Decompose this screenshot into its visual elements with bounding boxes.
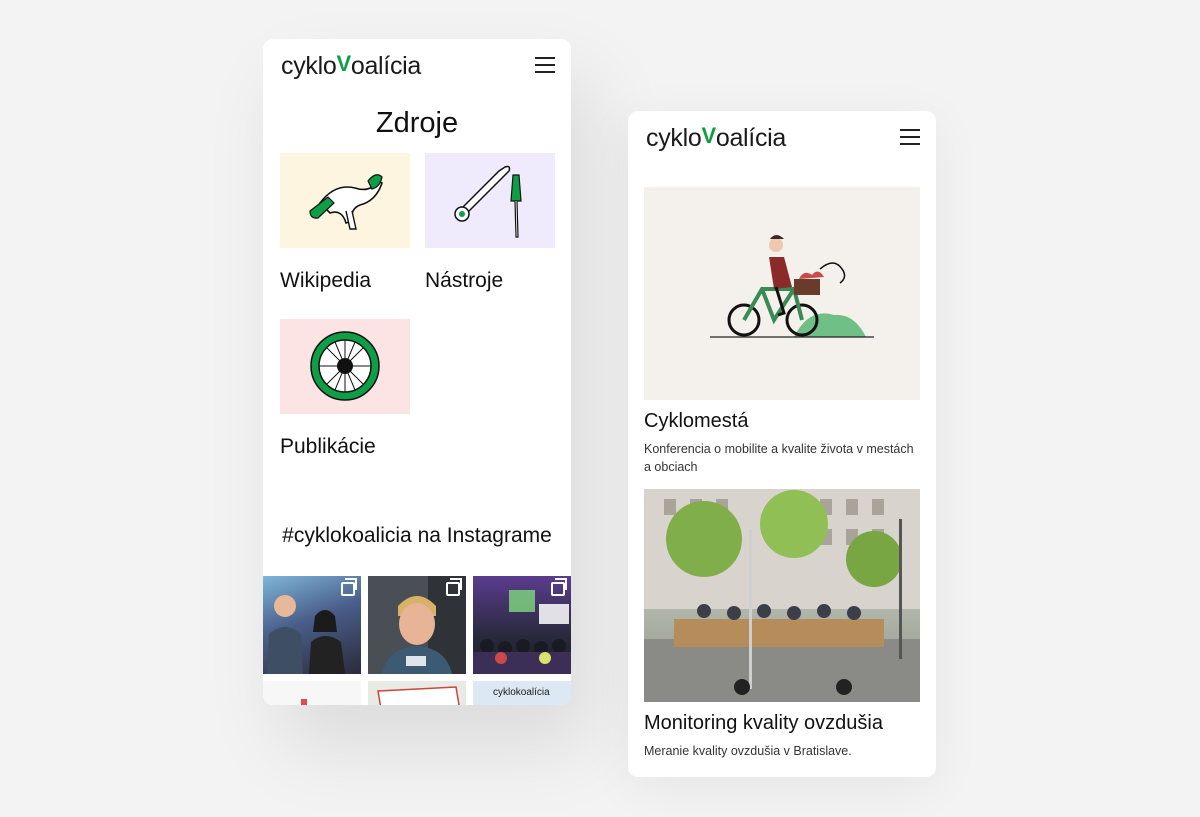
instagram-post[interactable] bbox=[263, 681, 361, 705]
street-photo bbox=[644, 489, 920, 702]
card-title: Monitoring kvality ovzdušia bbox=[644, 712, 883, 734]
resource-label: Nástroje bbox=[425, 269, 504, 292]
tools-icon bbox=[425, 153, 555, 248]
phone-screen-projects: cykloVoalícia Cyklomestá Konferencia o m… bbox=[628, 111, 936, 777]
instagram-post[interactable] bbox=[368, 681, 466, 705]
project-card-monitoring[interactable]: Monitoring kvality ovzdušia Meranie kval… bbox=[644, 489, 920, 760]
resource-tile-nastroje[interactable]: Nástroje bbox=[425, 153, 555, 292]
instagram-post[interactable] bbox=[473, 576, 571, 674]
menu-icon[interactable] bbox=[900, 129, 920, 145]
top-bar: cykloVoalícia bbox=[263, 39, 571, 95]
card-title: Cyklomestá bbox=[644, 410, 749, 432]
multiple-posts-icon bbox=[551, 578, 567, 596]
card-description: Meranie kvality ovzdušia v Bratislave. bbox=[644, 744, 852, 758]
thumbnail-logo: cyklokoalícia bbox=[493, 687, 550, 698]
menu-icon[interactable] bbox=[535, 57, 555, 73]
resource-tile-publikacie[interactable]: Publikácie bbox=[280, 319, 410, 458]
instagram-post[interactable] bbox=[368, 576, 466, 674]
card-description: Konferencia o mobilite a kvalite života … bbox=[644, 442, 914, 474]
multiple-posts-icon bbox=[446, 578, 462, 596]
multiple-posts-icon bbox=[341, 578, 357, 596]
bike-saddle-icon bbox=[280, 153, 410, 248]
wheel-icon bbox=[280, 319, 410, 414]
top-bar: cykloVoalícia bbox=[628, 111, 936, 167]
resource-label: Wikipedia bbox=[280, 269, 372, 292]
cyclist-illustration bbox=[644, 187, 920, 400]
instagram-section-title: #cyklokoalicia na Instagrame bbox=[282, 524, 552, 547]
project-card-cyklomesta[interactable]: Cyklomestá Konferencia o mobilite a kval… bbox=[644, 187, 920, 476]
resource-label: Publikácie bbox=[280, 435, 376, 458]
page-title: Zdroje bbox=[375, 107, 459, 139]
instagram-post[interactable] bbox=[263, 576, 361, 674]
resource-tile-wikipedia[interactable]: Wikipedia bbox=[280, 153, 410, 292]
logo[interactable]: cykloVoalícia bbox=[281, 51, 421, 81]
instagram-post[interactable]: cyklokoalícia bbox=[473, 681, 571, 705]
phone-screen-resources: cykloVoalícia Zdroje Wikipedia Nástroje bbox=[263, 39, 571, 705]
logo[interactable]: cykloVoalícia bbox=[646, 123, 786, 153]
